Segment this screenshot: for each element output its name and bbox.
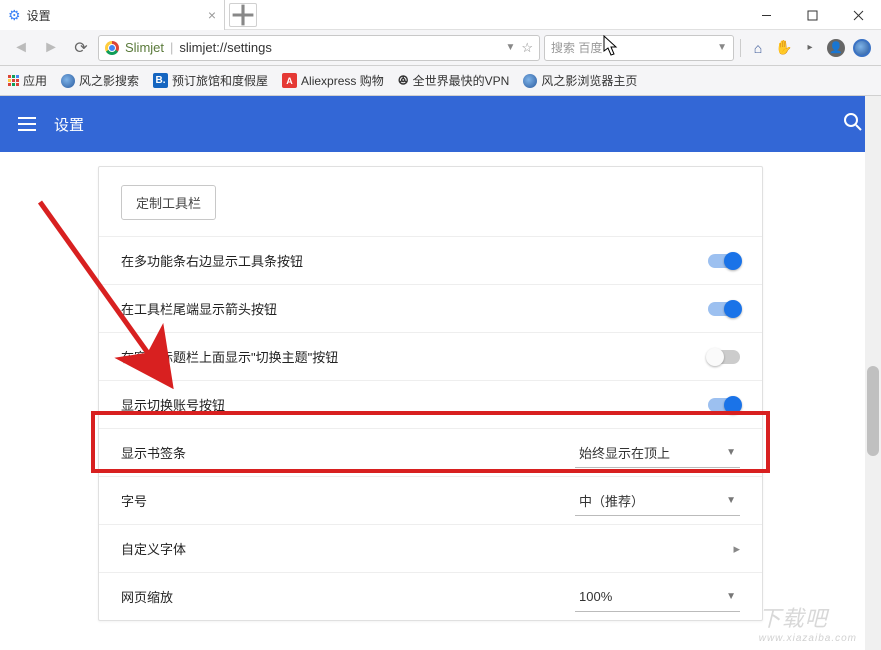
select-page-zoom[interactable]: 100% ▼ (575, 582, 740, 612)
select-value: 始终显示在顶上 (579, 443, 670, 462)
watermark: 下载吧 www.xiazaiba.com (759, 601, 857, 644)
avatar-icon[interactable]: 👤 (825, 37, 847, 59)
bookmark-label: 风之影浏览器主页 (541, 72, 637, 89)
row-label: 在工具栏尾端显示箭头按钮 (121, 299, 277, 318)
booking-icon: B. (153, 73, 168, 88)
scrollbar-track[interactable] (865, 96, 881, 650)
settings-body: 定制工具栏 在多功能条右边显示工具条按钮 在工具栏尾端显示箭头按钮 在窗口标题栏… (0, 152, 865, 650)
select-value: 100% (579, 589, 612, 604)
search-icon[interactable] (843, 112, 863, 137)
brand-label: Slimjet (125, 40, 164, 55)
select-bookmark-bar[interactable]: 始终显示在顶上 ▼ (575, 438, 740, 468)
nav-forward-button[interactable]: ► (38, 35, 64, 61)
url-text: slimjet://settings (179, 40, 499, 55)
tab-close-icon[interactable]: × (208, 7, 216, 23)
row-show-arrow-button: 在工具栏尾端显示箭头按钮 (99, 284, 762, 332)
window-controls (743, 0, 881, 30)
tab-title: 设置 (27, 7, 51, 24)
bookmark-apps[interactable]: 应用 (8, 72, 47, 89)
watermark-text: 下载吧 (759, 606, 828, 631)
row-show-bookmark-bar: 显示书签条 始终显示在顶上 ▼ (99, 428, 762, 476)
bookmark-label: 风之影搜索 (79, 72, 139, 89)
address-dropdown-icon[interactable]: ▼ (505, 42, 515, 53)
chevron-down-icon: ▼ (726, 591, 736, 602)
globe-icon[interactable] (851, 37, 873, 59)
customize-toolbar-button[interactable]: 定制工具栏 (121, 185, 216, 220)
browser-toolbar: ◄ ► ⟳ Slimjet | slimjet://settings ▼ ☆ 搜… (0, 30, 881, 66)
aliexpress-icon: A (282, 73, 297, 88)
toggle-show-toolbar-buttons[interactable] (708, 254, 740, 268)
row-label: 显示切换账号按钮 (121, 395, 225, 414)
browser-tab-settings[interactable]: ⚙ 设置 × (0, 0, 225, 30)
bookmark-label: 应用 (23, 72, 47, 89)
separator: | (170, 40, 173, 55)
row-font-size: 字号 中（推荐） ▼ (99, 476, 762, 524)
search-dropdown-icon[interactable]: ▼ (717, 42, 727, 53)
chevron-right-icon: ▸ (733, 541, 740, 557)
row-label: 网页缩放 (121, 587, 173, 606)
row-label: 字号 (121, 491, 147, 510)
row-custom-fonts[interactable]: 自定义字体 ▸ (99, 524, 762, 572)
select-font-size[interactable]: 中（推荐） ▼ (575, 486, 740, 516)
page-title: 设置 (54, 114, 84, 135)
bookmark-item[interactable]: A Aliexpress 购物 (282, 72, 384, 89)
bookmark-star-icon[interactable]: ☆ (521, 40, 533, 56)
hamburger-icon[interactable] (18, 117, 36, 131)
row-label: 在窗口标题栏上面显示"切换主题"按钮 (121, 347, 338, 366)
row-label: 自定义字体 (121, 539, 186, 558)
home-icon[interactable]: ⌂ (747, 37, 769, 59)
search-placeholder: 搜索 百度 (551, 39, 602, 56)
bookmark-item[interactable]: 风之影浏览器主页 (523, 72, 637, 89)
window-maximize-button[interactable] (789, 0, 835, 30)
bookmark-label: 预订旅馆和度假屋 (172, 72, 268, 89)
hand-icon[interactable]: ✋ (773, 37, 795, 59)
nav-back-button[interactable]: ◄ (8, 35, 34, 61)
row-label: 显示书签条 (121, 443, 186, 462)
select-value: 中（推荐） (579, 491, 644, 510)
vpn-icon: ꔮ (398, 72, 409, 89)
window-titlebar: ⚙ 设置 × (0, 0, 881, 30)
window-minimize-button[interactable] (743, 0, 789, 30)
page-content: 设置 定制工具栏 在多功能条右边显示工具条按钮 在工具栏尾端显示箭头按钮 在窗口… (0, 96, 881, 650)
bookmark-item[interactable]: ꔮ全世界最快的VPN (398, 72, 510, 89)
nav-reload-button[interactable]: ⟳ (68, 35, 94, 61)
bookmark-label: 全世界最快的VPN (413, 72, 510, 89)
row-label: 在多功能条右边显示工具条按钮 (121, 251, 303, 270)
row-page-zoom: 网页缩放 100% ▼ (99, 572, 762, 620)
toolbar-separator (740, 39, 741, 57)
bookmark-item[interactable]: 风之影搜索 (61, 72, 139, 89)
row-show-theme-switch: 在窗口标题栏上面显示"切换主题"按钮 (99, 332, 762, 380)
new-tab-button[interactable] (229, 3, 257, 27)
chevron-down-icon: ▼ (726, 495, 736, 506)
globe-icon (523, 74, 537, 88)
search-box[interactable]: 搜索 百度 ▼ (544, 35, 734, 61)
globe-icon (61, 74, 75, 88)
toggle-show-account-switch[interactable] (708, 398, 740, 412)
chevron-down-icon: ▼ (726, 447, 736, 458)
site-icon (105, 41, 119, 55)
apps-icon (8, 75, 19, 86)
scrollbar-thumb[interactable] (867, 366, 879, 456)
toggle-show-theme-switch[interactable] (708, 350, 740, 364)
gear-icon: ⚙ (8, 7, 21, 24)
menu-arrow-icon[interactable]: ▸ (799, 37, 821, 59)
row-show-toolbar-buttons: 在多功能条右边显示工具条按钮 (99, 236, 762, 284)
settings-panel: 定制工具栏 在多功能条右边显示工具条按钮 在工具栏尾端显示箭头按钮 在窗口标题栏… (98, 166, 763, 621)
bookmark-item[interactable]: B. 预订旅馆和度假屋 (153, 72, 268, 89)
address-bar[interactable]: Slimjet | slimjet://settings ▼ ☆ (98, 35, 540, 61)
settings-header: 设置 (0, 96, 881, 152)
toggle-show-arrow-button[interactable] (708, 302, 740, 316)
bookmark-bar: 应用 风之影搜索 B. 预订旅馆和度假屋 A Aliexpress 购物 ꔮ全世界最… (0, 66, 881, 96)
watermark-url: www.xiazaiba.com (759, 633, 857, 644)
window-close-button[interactable] (835, 0, 881, 30)
row-show-account-switch: 显示切换账号按钮 (99, 380, 762, 428)
bookmark-label: Aliexpress 购物 (301, 72, 384, 89)
